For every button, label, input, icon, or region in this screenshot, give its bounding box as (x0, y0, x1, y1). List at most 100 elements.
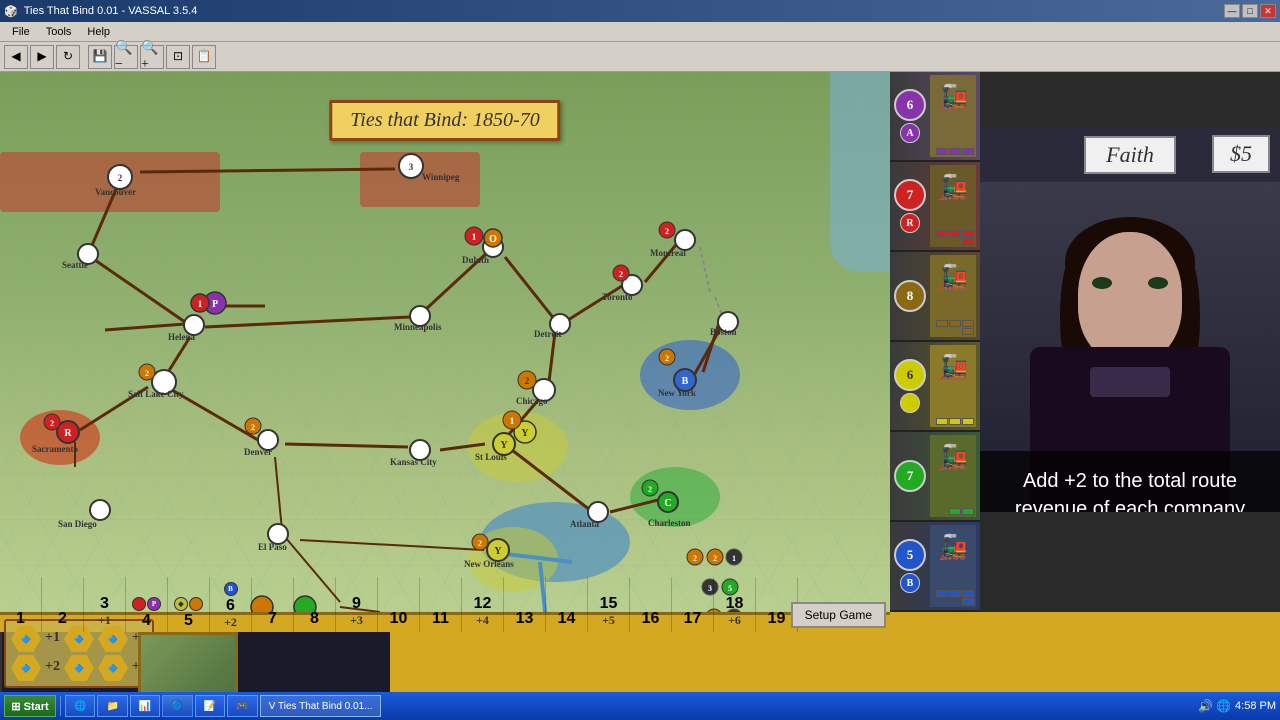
score-cell-12: 12 +4 (462, 577, 504, 632)
taskbar-game1[interactable]: 🎮 (227, 695, 257, 717)
track-cards: 6 A 🚂 7 R (890, 72, 980, 612)
token-purple-score: P (147, 597, 161, 611)
track-card-6: 5 B 🚂 (890, 522, 980, 612)
city-label-denver: Denver (244, 447, 272, 457)
save-button[interactable]: 💾 (88, 45, 112, 69)
city-label-boston: Boston (710, 327, 737, 337)
start-button[interactable]: ⊞ Start (4, 695, 56, 717)
hex-card-2a: 🔷 (11, 655, 41, 681)
hex-card-2c: 🔷 (98, 655, 128, 681)
hex-card-2b: 🔷 (64, 655, 94, 681)
titlebar: 🎲 Ties That Bind 0.01 - VASSAL 3.5.4 — □… (0, 0, 1280, 22)
score-track: 1 2 3 +1 P 4 (0, 577, 890, 632)
money-label: $5 (1212, 135, 1270, 173)
taskbar-chrome[interactable]: 🔵 (162, 695, 192, 717)
score-cell-13: 13 (504, 577, 546, 632)
score-cell-17: 17 (672, 577, 714, 632)
city-label-montreal: Montreal (650, 248, 686, 258)
score-cell-1: 1 (0, 577, 42, 632)
score-cell-3: 3 +1 (84, 577, 126, 632)
refresh-button[interactable]: ↻ (56, 45, 80, 69)
zoom-fit-button[interactable]: ⊡ (166, 45, 190, 69)
track-card-5: 7 🚂 (890, 432, 980, 522)
city-label-atlanta: Atlanta (570, 519, 599, 529)
taskbar-ie[interactable]: 🌐 (65, 695, 95, 717)
sys-tray-icons: 🔊 🌐 (1198, 699, 1231, 714)
taskbar: ⊞ Start 🌐 📁 📊 🔵 📝 🎮 V Ties That Bind 0.0… (0, 692, 1280, 720)
city-label-stlouis: St Louis (475, 452, 507, 462)
game-area: Ties that Bind: 1850-70 (0, 72, 1280, 612)
track-badge-1: 6 (894, 89, 926, 121)
forward-button[interactable]: ▶ (30, 45, 54, 69)
sys-tray: 🔊 🌐 4:58 PM (1198, 699, 1276, 714)
taskbar-game2[interactable]: V Ties That Bind 0.01... (260, 695, 382, 717)
score-cell-6: B 6 +2 (210, 577, 252, 632)
taskbar-excel[interactable]: 📊 (130, 695, 160, 717)
menu-file[interactable]: File (4, 26, 38, 38)
card-row-2: 🔷 +2 🔷 🔷 +3 (11, 655, 147, 681)
city-label-detroit: Detroit (534, 329, 561, 339)
score-cell-5: ◆ 5 (168, 577, 210, 632)
zoom-in-button[interactable]: 🔍+ (140, 45, 164, 69)
taskbar-notepad[interactable]: 📝 (195, 695, 225, 717)
city-label-chicago: Chicago (516, 396, 548, 406)
city-label-newyork: New York (658, 388, 696, 398)
score-cell-10: 10 (378, 577, 420, 632)
city-label-neworleans: New Orleans (464, 559, 514, 569)
track-letter-1: A (900, 123, 920, 143)
restore-button[interactable]: □ (1242, 4, 1258, 18)
city-label-winnipeg: Winnipeg (422, 172, 459, 182)
score-cell-15: 15 +5 (588, 577, 630, 632)
clock: 4:58 PM (1235, 700, 1276, 712)
city-label-saltlakecity: Salt Lake City (128, 389, 184, 399)
close-button[interactable]: ✕ (1260, 4, 1276, 18)
score-cell-11: 11 (420, 577, 462, 632)
city-label-sacramento: Sacramento (32, 444, 78, 454)
taskbar-folder[interactable]: 📁 (97, 695, 127, 717)
score-cell-16: 16 (630, 577, 672, 632)
map-area[interactable]: Ties that Bind: 1850-70 (0, 72, 890, 612)
city-label-minneapolis: Minneapolis (394, 322, 442, 332)
window-title: Ties That Bind 0.01 - VASSAL 3.5.4 (24, 5, 198, 17)
right-panel: 6 A 🚂 7 R (890, 72, 1280, 612)
toolbar: ◀ ▶ ↻ 💾 🔍− 🔍+ ⊡ 📋 (0, 42, 1280, 72)
track-card-3: 8 🚂 (890, 252, 980, 342)
track-card-4: 6 🚂 (890, 342, 980, 432)
faith-header: Faith $5 (980, 127, 1280, 182)
titlebar-controls[interactable]: — □ ✕ (1224, 4, 1276, 18)
score-cell-18: 18 +6 (714, 577, 756, 632)
score-cell-14: 14 (546, 577, 588, 632)
city-label-charleston: Charleston (648, 518, 691, 528)
token-yellow-score: ◆ (174, 597, 188, 611)
main-area: Ties that Bind: 1850-70 (0, 72, 1280, 720)
score-cell-9: 9 +3 (336, 577, 378, 632)
setup-game-button[interactable]: Setup Game (791, 602, 886, 628)
bonus-2a: +2 (45, 655, 60, 681)
city-label-kansascity: Kansas City (390, 457, 437, 467)
game-title: Ties that Bind: 1850-70 (329, 100, 560, 141)
token-red-score (132, 597, 146, 611)
properties-button[interactable]: 📋 (192, 45, 216, 69)
bottom-info: 🔷 +1 🔷 🔷 +2 🔷 +2 (0, 612, 890, 632)
titlebar-left: 🎲 Ties That Bind 0.01 - VASSAL 3.5.4 (4, 5, 197, 18)
menu-help[interactable]: Help (79, 26, 118, 38)
app-icon: 🎲 (4, 5, 18, 18)
menu-tools[interactable]: Tools (38, 26, 80, 38)
city-label-toronto: Toronto (602, 292, 633, 302)
score-cell-7: 7 (252, 577, 294, 632)
score-cell-4: P 4 (126, 577, 168, 632)
zoom-out-button[interactable]: 🔍− (114, 45, 138, 69)
overlay-text: Add +2 to the total route revenue of eac… (980, 451, 1280, 512)
city-label-elpaso: El Paso (258, 542, 287, 552)
score-cell-8: 8 (294, 577, 336, 632)
city-label-vancouver: Vancouver (95, 187, 136, 197)
city-label-helena: Helena (168, 332, 195, 342)
city-label-sandiego: San Diego (58, 519, 97, 529)
back-button[interactable]: ◀ (4, 45, 28, 69)
menubar: File Tools Help (0, 22, 1280, 42)
token-blue-score: B (224, 582, 238, 596)
portrait-area: Faith $5 (980, 127, 1280, 512)
character-portrait: Add +2 to the total route revenue of eac… (980, 182, 1280, 512)
city-label-seattle: Seattle (62, 260, 88, 270)
minimize-button[interactable]: — (1224, 4, 1240, 18)
